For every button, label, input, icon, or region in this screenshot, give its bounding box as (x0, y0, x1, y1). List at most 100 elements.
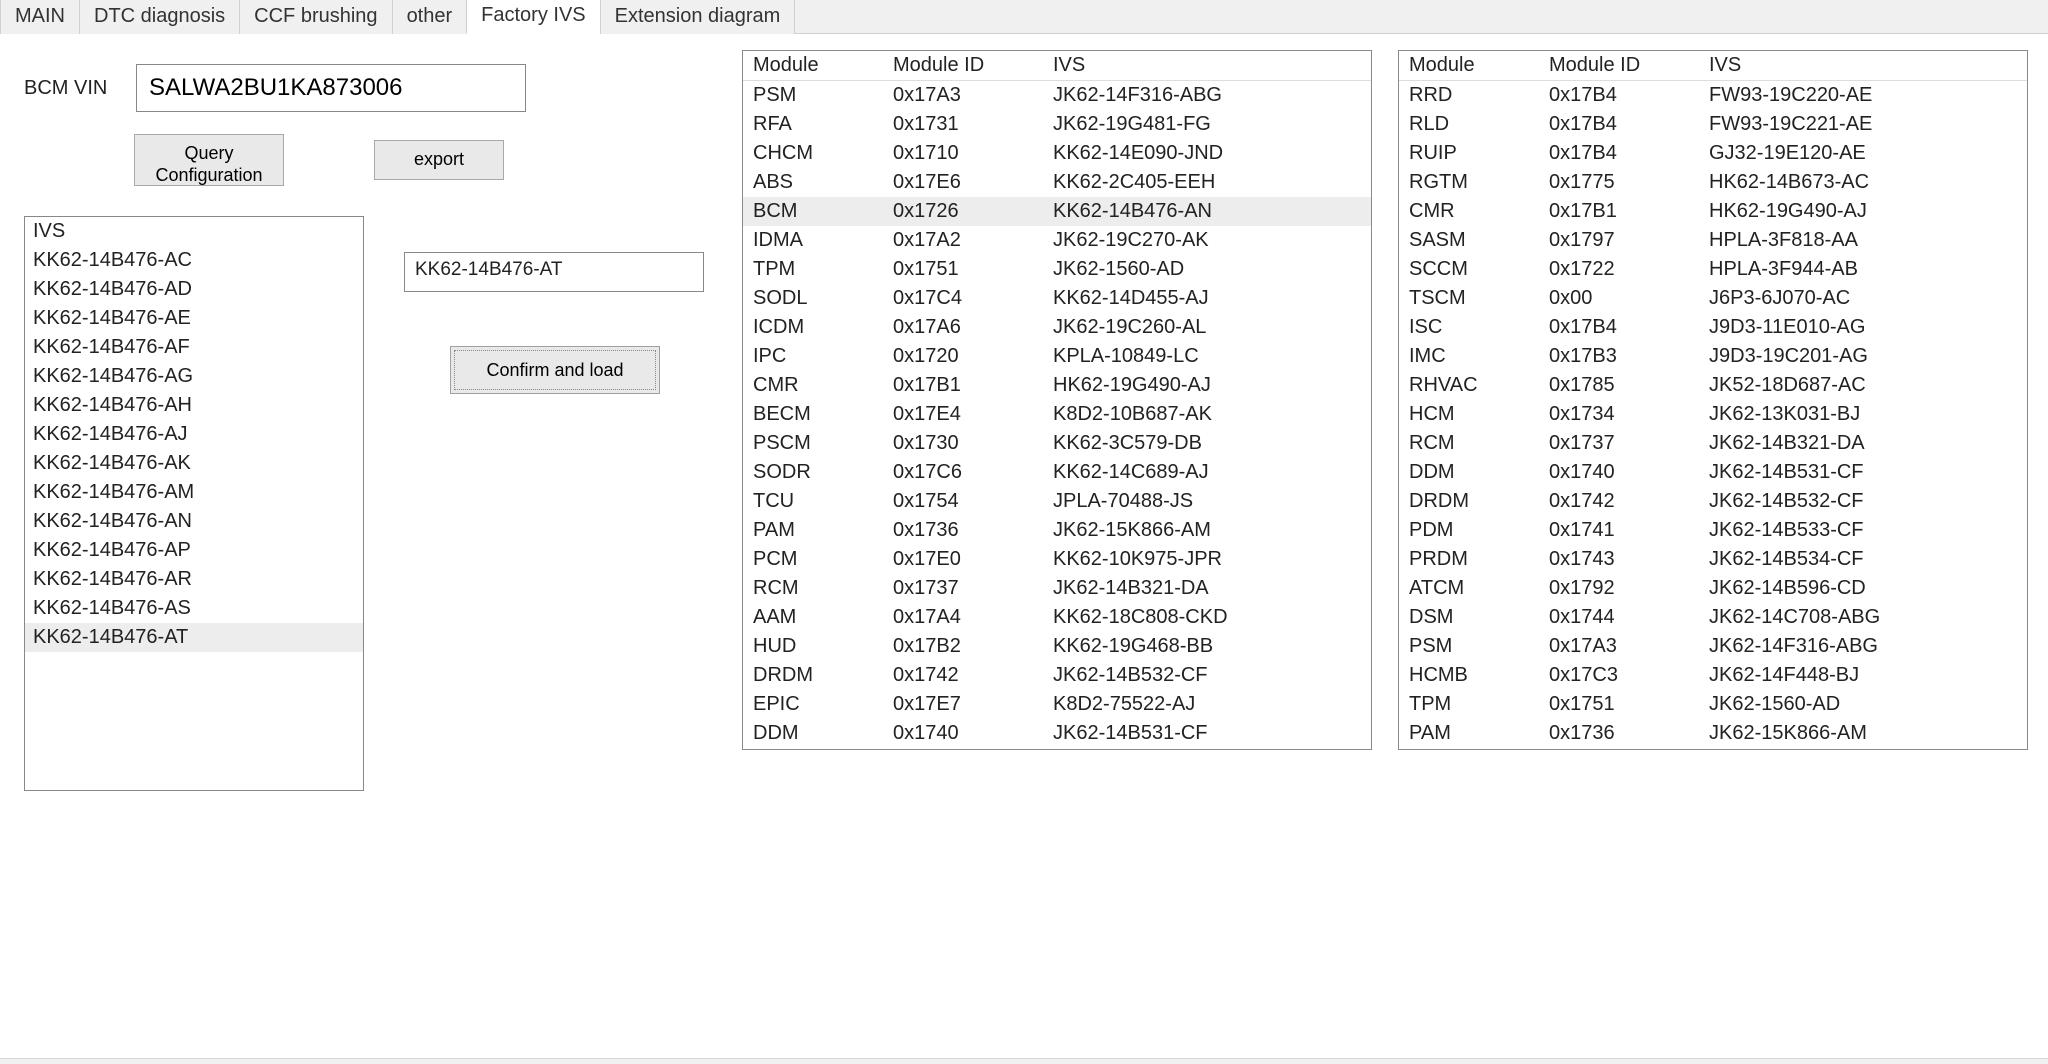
table-row[interactable]: RUIP0x17B4GJ32-19E120-AE (1399, 139, 2027, 168)
ivs-list-item[interactable]: KK62-14B476-AK (25, 449, 363, 478)
tab-extension-diagram[interactable]: Extension diagram (600, 0, 796, 34)
table-row[interactable]: IMC0x17B3J9D3-19C201-AG (1399, 342, 2027, 371)
modules-table-right[interactable]: Module Module ID IVS RRD0x17B4FW93-19C22… (1398, 50, 2028, 750)
cell-ivs: JK62-14B534-CF (1699, 545, 2027, 574)
cell-module: SODL (743, 284, 883, 313)
table-row[interactable]: ATCM0x1792JK62-14B596-CD (1399, 574, 2027, 603)
table-row[interactable]: DSM0x1744JK62-14C708-ABG (1399, 603, 2027, 632)
cell-ivs: FW93-19C221-AE (1699, 110, 2027, 139)
table-row[interactable]: PAM0x1736JK62-15K866-AM (1399, 719, 2027, 748)
ivs-list-item[interactable]: KK62-14B476-AT (25, 623, 363, 652)
ivs-list-item[interactable]: KK62-14B476-AG (25, 362, 363, 391)
table-row[interactable]: DDM0x1740JK62-14B531-CF (743, 719, 1371, 748)
cell-module: DRDM (743, 661, 883, 690)
table-row[interactable]: HCM0x1734JK62-13K031-BJ (743, 748, 1371, 750)
ivs-list-item[interactable]: KK62-14B476-AS (25, 594, 363, 623)
table-row[interactable]: HUD0x17B2KK62-19G468-BB (743, 632, 1371, 661)
vin-input[interactable] (136, 64, 526, 112)
tab-dtc-diagnosis[interactable]: DTC diagnosis (79, 0, 240, 34)
query-configuration-button[interactable]: QueryConfiguration (134, 134, 284, 186)
table-row[interactable]: TPM0x1751JK62-1560-AD (1399, 690, 2027, 719)
table-row[interactable]: PCM0x17E0KK62-10K975-JPR (743, 545, 1371, 574)
table-row[interactable]: SCCM0x1722HPLA-3F944-AB (1399, 255, 2027, 284)
left-button-row: QueryConfiguration export (134, 134, 526, 186)
table-row[interactable]: EPIC0x17E7K8D2-75522-AJ (743, 690, 1371, 719)
ivs-list-item[interactable]: KK62-14B476-AC (25, 246, 363, 275)
table-row[interactable]: DRDM0x1742JK62-14B532-CF (1399, 487, 2027, 516)
col-module[interactable]: Module (1399, 51, 1539, 81)
selection-column: KK62-14B476-AT Confirm and load (404, 252, 724, 394)
col-ivs[interactable]: IVS (1043, 51, 1371, 81)
col-module-id[interactable]: Module ID (883, 51, 1043, 81)
table-row[interactable]: PSM0x17A3JK62-14F316-ABG (743, 81, 1371, 111)
table-row[interactable]: RFA0x1731JK62-19G481-FG (743, 110, 1371, 139)
table-row[interactable]: TPM0x1751JK62-1560-AD (743, 255, 1371, 284)
selected-ivs-field[interactable]: KK62-14B476-AT (404, 252, 704, 292)
ivs-list-item[interactable]: KK62-14B476-AE (25, 304, 363, 333)
table-row[interactable]: SODL0x17C4KK62-14D455-AJ (743, 284, 1371, 313)
cell-ivs: JK62-1560-AD (1043, 255, 1371, 284)
ivs-list-item[interactable]: KK62-14B476-AP (25, 536, 363, 565)
table-row[interactable]: RRD0x17B4FW93-19C220-AE (1399, 81, 2027, 111)
table-row[interactable]: RCM0x1737JK62-14B321-DA (743, 574, 1371, 603)
cell-ivs: KK62-19G468-BB (1043, 632, 1371, 661)
col-ivs[interactable]: IVS (1699, 51, 2027, 81)
table-row[interactable]: BECM0x17E4K8D2-10B687-AK (743, 400, 1371, 429)
cell-id: 0x17B1 (883, 371, 1043, 400)
table-row[interactable]: RCM0x1737JK62-14B321-DA (1399, 429, 2027, 458)
table-row[interactable]: ICDM0x17A6JK62-19C260-AL (743, 313, 1371, 342)
cell-module: ABS (743, 168, 883, 197)
cell-module: EPIC (743, 690, 883, 719)
ivs-list-item[interactable]: KK62-14B476-AH (25, 391, 363, 420)
table-row[interactable]: RHVAC0x1785JK52-18D687-AC (1399, 371, 2027, 400)
cell-ivs: JK62-15K866-AM (1043, 516, 1371, 545)
cell-id: 0x17B1 (1539, 197, 1699, 226)
col-module[interactable]: Module (743, 51, 883, 81)
col-module-id[interactable]: Module ID (1539, 51, 1699, 81)
table-row[interactable]: BCM0x1726KK62-14B476-AN (743, 197, 1371, 226)
tab-main[interactable]: MAIN (0, 0, 80, 34)
table-row[interactable]: HVAC0x1733JK62-18C612-BS (1399, 748, 2027, 750)
table-row[interactable]: IDMA0x17A2JK62-19C270-AK (743, 226, 1371, 255)
tab-other[interactable]: other (392, 0, 468, 34)
ivs-list-item[interactable]: KK62-14B476-AR (25, 565, 363, 594)
tab-factory-ivs[interactable]: Factory IVS (466, 0, 600, 34)
export-button[interactable]: export (374, 140, 504, 180)
ivs-list-item[interactable]: KK62-14B476-AD (25, 275, 363, 304)
table-row[interactable]: PSCM0x1730KK62-3C579-DB (743, 429, 1371, 458)
table-row[interactable]: PRDM0x1743JK62-14B534-CF (1399, 545, 2027, 574)
ivs-list-item[interactable]: KK62-14B476-AM (25, 478, 363, 507)
table-row[interactable]: IPC0x1720KPLA-10849-LC (743, 342, 1371, 371)
table-row[interactable]: RLD0x17B4FW93-19C221-AE (1399, 110, 2027, 139)
cell-id: 0x1740 (1539, 458, 1699, 487)
table-row[interactable]: SASM0x1797HPLA-3F818-AA (1399, 226, 2027, 255)
table-row[interactable]: ABS0x17E6KK62-2C405-EEH (743, 168, 1371, 197)
table-row[interactable]: HCMB0x17C3JK62-14F448-BJ (1399, 661, 2027, 690)
table-row[interactable]: HCM0x1734JK62-13K031-BJ (1399, 400, 2027, 429)
table-row[interactable]: PAM0x1736JK62-15K866-AM (743, 516, 1371, 545)
table-row[interactable]: CMR0x17B1HK62-19G490-AJ (1399, 197, 2027, 226)
modules-table-left[interactable]: Module Module ID IVS PSM0x17A3JK62-14F31… (742, 50, 1372, 750)
confirm-and-load-button[interactable]: Confirm and load (450, 346, 660, 394)
table-row[interactable]: AAM0x17A4KK62-18C808-CKD (743, 603, 1371, 632)
table-row[interactable]: ISC0x17B4J9D3-11E010-AG (1399, 313, 2027, 342)
ivs-list-item[interactable]: KK62-14B476-AN (25, 507, 363, 536)
ivs-list-item[interactable]: KK62-14B476-AF (25, 333, 363, 362)
cell-ivs: HPLA-3F818-AA (1699, 226, 2027, 255)
cell-module: PDM (1399, 516, 1539, 545)
table-row[interactable]: DRDM0x1742JK62-14B532-CF (743, 661, 1371, 690)
tab-ccf-brushing[interactable]: CCF brushing (239, 0, 392, 34)
table-row[interactable]: DDM0x1740JK62-14B531-CF (1399, 458, 2027, 487)
table-row[interactable]: CHCM0x1710KK62-14E090-JND (743, 139, 1371, 168)
table-row[interactable]: TSCM0x00J6P3-6J070-AC (1399, 284, 2027, 313)
table-row[interactable]: PSM0x17A3JK62-14F316-ABG (1399, 632, 2027, 661)
table-row[interactable]: TCU0x1754JPLA-70488-JS (743, 487, 1371, 516)
ivs-list-item[interactable]: KK62-14B476-AJ (25, 420, 363, 449)
table-row[interactable]: SODR0x17C6KK62-14C689-AJ (743, 458, 1371, 487)
ivs-list[interactable]: IVSKK62-14B476-ACKK62-14B476-ADKK62-14B4… (24, 216, 364, 791)
cell-id: 0x1742 (1539, 487, 1699, 516)
table-row[interactable]: RGTM0x1775HK62-14B673-AC (1399, 168, 2027, 197)
table-row[interactable]: CMR0x17B1HK62-19G490-AJ (743, 371, 1371, 400)
table-row[interactable]: PDM0x1741JK62-14B533-CF (1399, 516, 2027, 545)
cell-id: 0x1710 (883, 139, 1043, 168)
